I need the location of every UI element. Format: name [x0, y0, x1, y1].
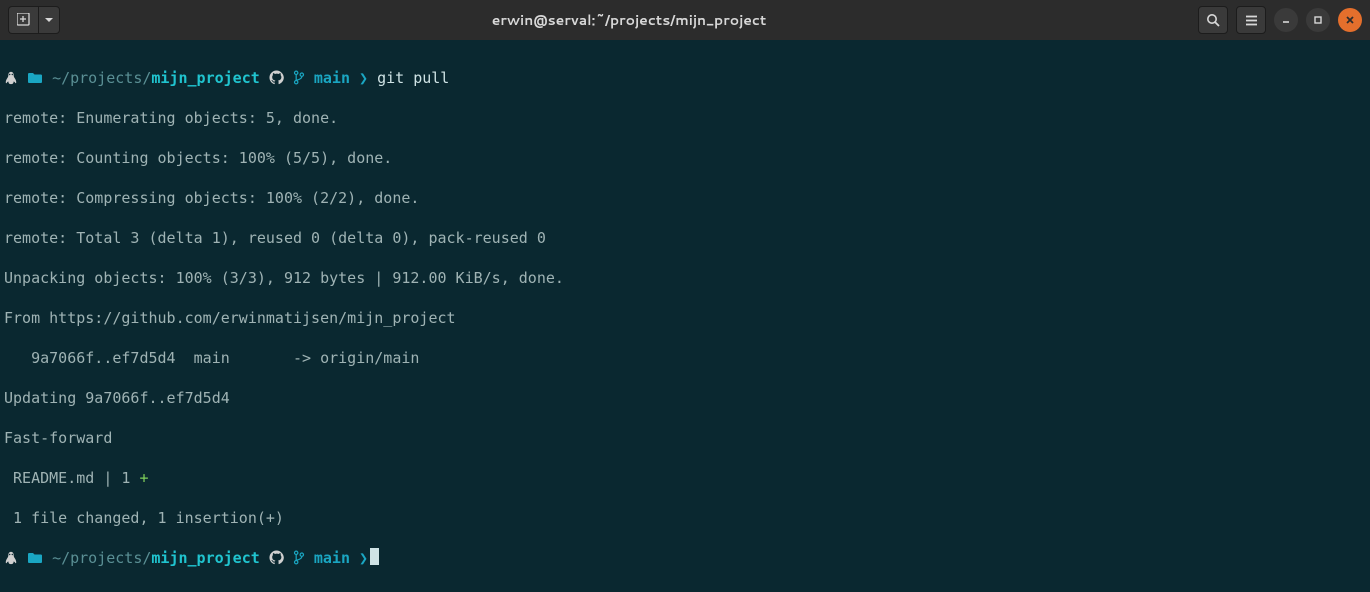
diffstat-file: README.md | 1	[4, 469, 139, 487]
output-line: Unpacking objects: 100% (3/3), 912 bytes…	[4, 268, 1366, 288]
search-icon	[1206, 13, 1221, 28]
command-text: git pull	[377, 69, 449, 87]
diffstat-plus: +	[139, 469, 148, 487]
github-icon	[269, 69, 284, 87]
minimize-button[interactable]	[1274, 8, 1298, 32]
maximize-button[interactable]	[1306, 8, 1330, 32]
search-button[interactable]	[1198, 6, 1228, 34]
penguin-icon	[4, 69, 18, 87]
output-line: remote: Total 3 (delta 1), reused 0 (del…	[4, 228, 1366, 248]
terminal-output-area[interactable]: ~/projects/mijn_project main ❯ git pull …	[0, 40, 1370, 592]
output-line: remote: Enumerating objects: 5, done.	[4, 108, 1366, 128]
branch-icon	[293, 549, 305, 567]
cursor	[370, 548, 379, 565]
github-icon	[269, 549, 284, 567]
chevron-down-icon	[44, 15, 54, 25]
path-prefix: ~/projects/	[52, 69, 151, 87]
window-controls	[1198, 6, 1362, 34]
output-line: remote: Counting objects: 100% (5/5), do…	[4, 148, 1366, 168]
output-line: 1 file changed, 1 insertion(+)	[4, 508, 1366, 528]
prompt-line-2: ~/projects/mijn_project main ❯	[4, 548, 1366, 568]
maximize-icon	[1313, 15, 1323, 25]
new-tab-button[interactable]	[8, 6, 38, 34]
prompt-arrow: ❯	[359, 69, 368, 87]
close-button[interactable]	[1338, 8, 1362, 32]
folder-icon	[27, 69, 43, 87]
output-line: From https://github.com/erwinmatijsen/mi…	[4, 308, 1366, 328]
output-line: Updating 9a7066f..ef7d5d4	[4, 388, 1366, 408]
branch-name: main	[314, 69, 350, 87]
tab-dropdown-button[interactable]	[38, 6, 60, 34]
titlebar: erwin@serval:~/projects/mijn_project	[0, 0, 1370, 40]
menu-button[interactable]	[1236, 6, 1266, 34]
tab-controls	[8, 6, 60, 34]
output-line: 9a7066f..ef7d5d4 main -> origin/main	[4, 348, 1366, 368]
output-line: remote: Compressing objects: 100% (2/2),…	[4, 188, 1366, 208]
path-leaf: mijn_project	[151, 549, 259, 567]
output-line: README.md | 1 +	[4, 468, 1366, 488]
prompt-line-1: ~/projects/mijn_project main ❯ git pull	[4, 68, 1366, 88]
path-leaf: mijn_project	[151, 69, 259, 87]
close-icon	[1345, 15, 1355, 25]
branch-name: main	[314, 549, 350, 567]
minimize-icon	[1281, 15, 1291, 25]
path-prefix: ~/projects/	[52, 549, 151, 567]
prompt-arrow: ❯	[359, 549, 368, 567]
branch-icon	[293, 69, 305, 87]
hamburger-icon	[1244, 13, 1259, 28]
window-title: erwin@serval:~/projects/mijn_project	[60, 10, 1198, 30]
penguin-icon	[4, 549, 18, 567]
output-line: Fast-forward	[4, 428, 1366, 448]
folder-icon	[27, 549, 43, 567]
plus-icon	[17, 13, 31, 27]
